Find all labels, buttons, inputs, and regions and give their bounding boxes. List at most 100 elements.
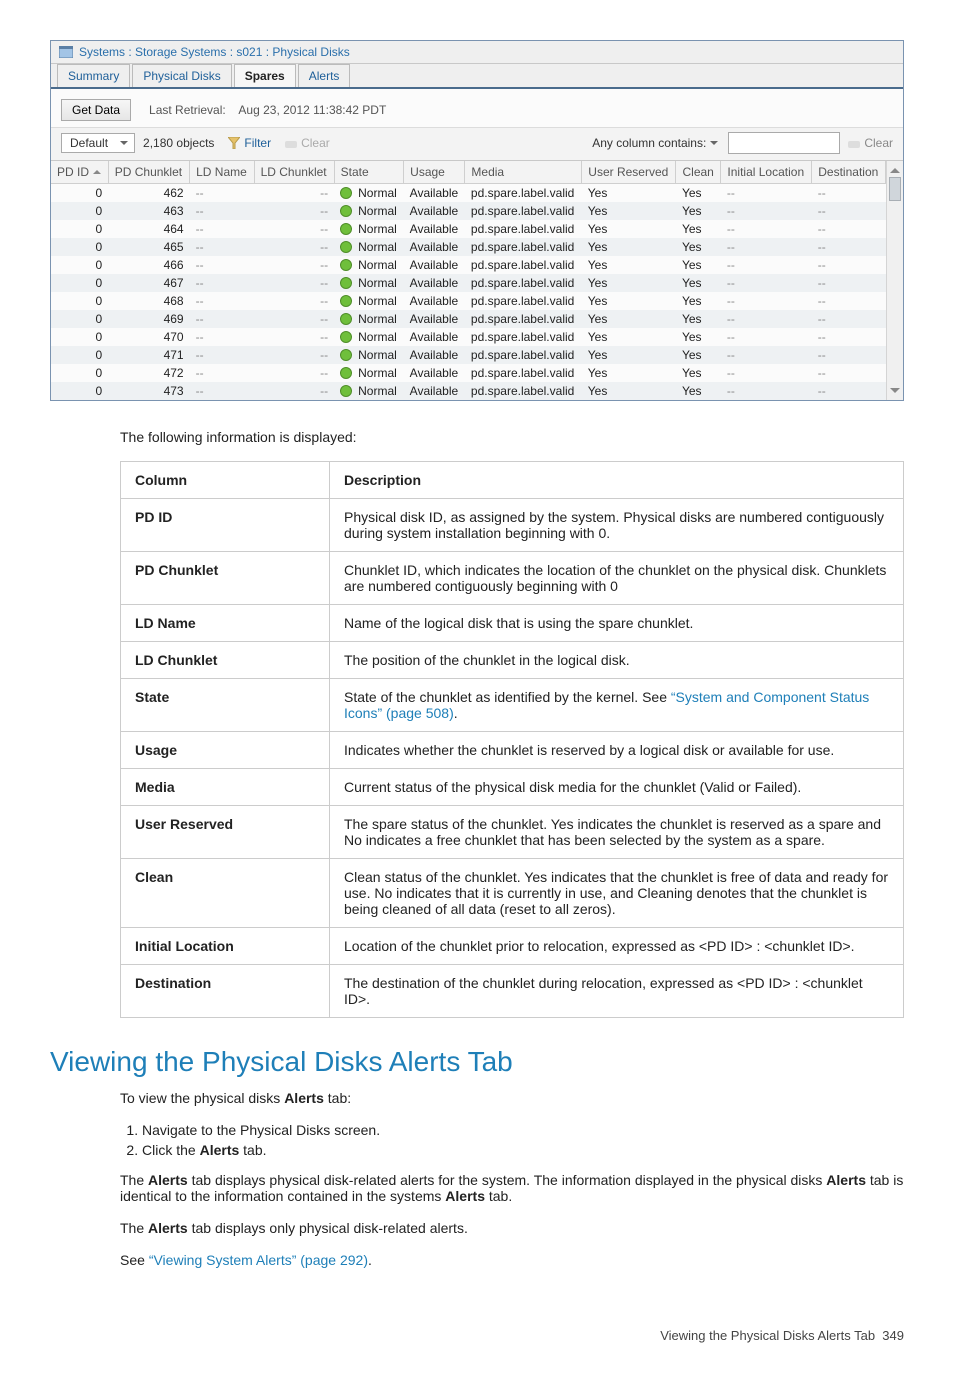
col-user-reserved[interactable]: User Reserved bbox=[582, 161, 676, 184]
cell-media: pd.spare.label.valid bbox=[465, 238, 582, 256]
status-dot-icon bbox=[340, 295, 352, 307]
sort-asc-icon bbox=[93, 166, 101, 174]
col-ld-name[interactable]: LD Name bbox=[190, 161, 254, 184]
step-2-post: tab. bbox=[239, 1142, 266, 1158]
cell-state: Normal bbox=[334, 346, 404, 364]
eraser-icon bbox=[848, 138, 860, 148]
table-row[interactable]: 0470----NormalAvailablepd.spare.label.va… bbox=[51, 328, 886, 346]
col-clean[interactable]: Clean bbox=[676, 161, 721, 184]
cell-user-reserved: Yes bbox=[582, 292, 676, 310]
cell-pd-id: 0 bbox=[51, 292, 108, 310]
tab-summary[interactable]: Summary bbox=[57, 64, 130, 87]
cell-ld-chunklet: -- bbox=[254, 256, 334, 274]
cell-ld-name: -- bbox=[190, 292, 254, 310]
cell-user-reserved: Yes bbox=[582, 274, 676, 292]
filter-link[interactable]: Filter bbox=[228, 136, 271, 150]
clear-filter[interactable]: Clear bbox=[285, 136, 330, 150]
cell-ld-chunklet: -- bbox=[254, 382, 334, 400]
para-2: The Alerts tab displays only physical di… bbox=[120, 1220, 904, 1236]
cell-pd-id: 0 bbox=[51, 256, 108, 274]
table-row[interactable]: 0463----NormalAvailablepd.spare.label.va… bbox=[51, 202, 886, 220]
cell-usage: Available bbox=[404, 382, 465, 400]
chevron-down-icon[interactable] bbox=[710, 141, 718, 149]
cell-initial-location: -- bbox=[721, 220, 812, 238]
cell-usage: Available bbox=[404, 274, 465, 292]
step-2-pre: Click the bbox=[142, 1142, 200, 1158]
info-col-name: Media bbox=[121, 769, 330, 806]
column-filter-input[interactable] bbox=[728, 132, 840, 154]
cell-user-reserved: Yes bbox=[582, 364, 676, 382]
steps-list: Navigate to the Physical Disks screen. C… bbox=[120, 1122, 904, 1158]
table-row[interactable]: 0472----NormalAvailablepd.spare.label.va… bbox=[51, 364, 886, 382]
clear-column-filter[interactable]: Clear bbox=[848, 136, 893, 150]
cell-ld-name: -- bbox=[190, 310, 254, 328]
cell-usage: Available bbox=[404, 220, 465, 238]
get-data-button[interactable]: Get Data bbox=[61, 99, 131, 121]
tab-physical-disks[interactable]: Physical Disks bbox=[132, 64, 231, 87]
info-col-name: Usage bbox=[121, 732, 330, 769]
tabbar: Summary Physical Disks Spares Alerts bbox=[51, 64, 903, 89]
cell-ld-chunklet: -- bbox=[254, 292, 334, 310]
table-row[interactable]: 0469----NormalAvailablepd.spare.label.va… bbox=[51, 310, 886, 328]
table-row[interactable]: 0467----NormalAvailablepd.spare.label.va… bbox=[51, 274, 886, 292]
spares-table: PD ID PD Chunklet LD Name LD Chunklet St… bbox=[51, 161, 886, 400]
last-retrieval-label: Last Retrieval: bbox=[149, 103, 226, 117]
status-dot-icon bbox=[340, 259, 352, 271]
p1-b3: Alerts bbox=[445, 1188, 485, 1204]
system-alerts-link[interactable]: “Viewing System Alerts” (page 292) bbox=[149, 1252, 368, 1268]
info-col-desc: Location of the chunklet prior to reloca… bbox=[330, 928, 904, 965]
cell-usage: Available bbox=[404, 256, 465, 274]
cell-state: Normal bbox=[334, 364, 404, 382]
cell-pd-chunklet: 469 bbox=[108, 310, 189, 328]
scroll-thumb[interactable] bbox=[889, 177, 901, 201]
scroll-up-icon[interactable] bbox=[890, 163, 900, 173]
cell-usage: Available bbox=[404, 202, 465, 220]
cell-ld-name: -- bbox=[190, 382, 254, 400]
tab-alerts[interactable]: Alerts bbox=[298, 64, 351, 87]
table-row[interactable]: 0464----NormalAvailablepd.spare.label.va… bbox=[51, 220, 886, 238]
cell-ld-name: -- bbox=[190, 202, 254, 220]
cell-state: Normal bbox=[334, 292, 404, 310]
col-usage[interactable]: Usage bbox=[404, 161, 465, 184]
table-row[interactable]: 0466----NormalAvailablepd.spare.label.va… bbox=[51, 256, 886, 274]
scroll-down-icon[interactable] bbox=[890, 388, 900, 398]
col-media[interactable]: Media bbox=[465, 161, 582, 184]
cell-pd-id: 0 bbox=[51, 364, 108, 382]
last-retrieval: Last Retrieval: Aug 23, 2012 11:38:42 PD… bbox=[149, 103, 386, 117]
info-col-name: Destination bbox=[121, 965, 330, 1018]
para-1: The Alerts tab displays physical disk-re… bbox=[120, 1172, 904, 1204]
cell-ld-chunklet: -- bbox=[254, 184, 334, 203]
cell-state: Normal bbox=[334, 256, 404, 274]
col-state[interactable]: State bbox=[334, 161, 404, 184]
cell-destination: -- bbox=[812, 184, 886, 203]
cell-usage: Available bbox=[404, 346, 465, 364]
col-pd-id[interactable]: PD ID bbox=[51, 161, 108, 184]
cell-state: Normal bbox=[334, 202, 404, 220]
table-row[interactable]: 0465----NormalAvailablepd.spare.label.va… bbox=[51, 238, 886, 256]
col-destination[interactable]: Destination bbox=[812, 161, 886, 184]
cell-ld-chunklet: -- bbox=[254, 364, 334, 382]
cell-state: Normal bbox=[334, 220, 404, 238]
vertical-scrollbar[interactable] bbox=[886, 161, 903, 400]
info-col-name: PD ID bbox=[121, 499, 330, 552]
tab-spares[interactable]: Spares bbox=[234, 64, 296, 87]
cell-initial-location: -- bbox=[721, 346, 812, 364]
table-row[interactable]: 0473----NormalAvailablepd.spare.label.va… bbox=[51, 382, 886, 400]
col-ld-chunklet[interactable]: LD Chunklet bbox=[254, 161, 334, 184]
cell-destination: -- bbox=[812, 256, 886, 274]
cell-clean: Yes bbox=[676, 256, 721, 274]
table-row[interactable]: 0471----NormalAvailablepd.spare.label.va… bbox=[51, 346, 886, 364]
cell-media: pd.spare.label.valid bbox=[465, 256, 582, 274]
header-row: PD ID PD Chunklet LD Name LD Chunklet St… bbox=[51, 161, 886, 184]
col-initial-location[interactable]: Initial Location bbox=[721, 161, 812, 184]
footer-text: Viewing the Physical Disks Alerts Tab bbox=[660, 1328, 875, 1343]
app-panel: Systems : Storage Systems : s021 : Physi… bbox=[50, 40, 904, 401]
cell-pd-chunklet: 471 bbox=[108, 346, 189, 364]
table-row[interactable]: 0462----NormalAvailablepd.spare.label.va… bbox=[51, 184, 886, 203]
status-icons-link[interactable]: “System and Component Status Icons” (pag… bbox=[344, 689, 869, 721]
view-dropdown[interactable]: Default bbox=[61, 133, 135, 153]
table-row[interactable]: 0468----NormalAvailablepd.spare.label.va… bbox=[51, 292, 886, 310]
col-pd-chunklet[interactable]: PD Chunklet bbox=[108, 161, 189, 184]
info-col-name: Initial Location bbox=[121, 928, 330, 965]
breadcrumb: Systems : Storage Systems : s021 : Physi… bbox=[51, 41, 903, 64]
